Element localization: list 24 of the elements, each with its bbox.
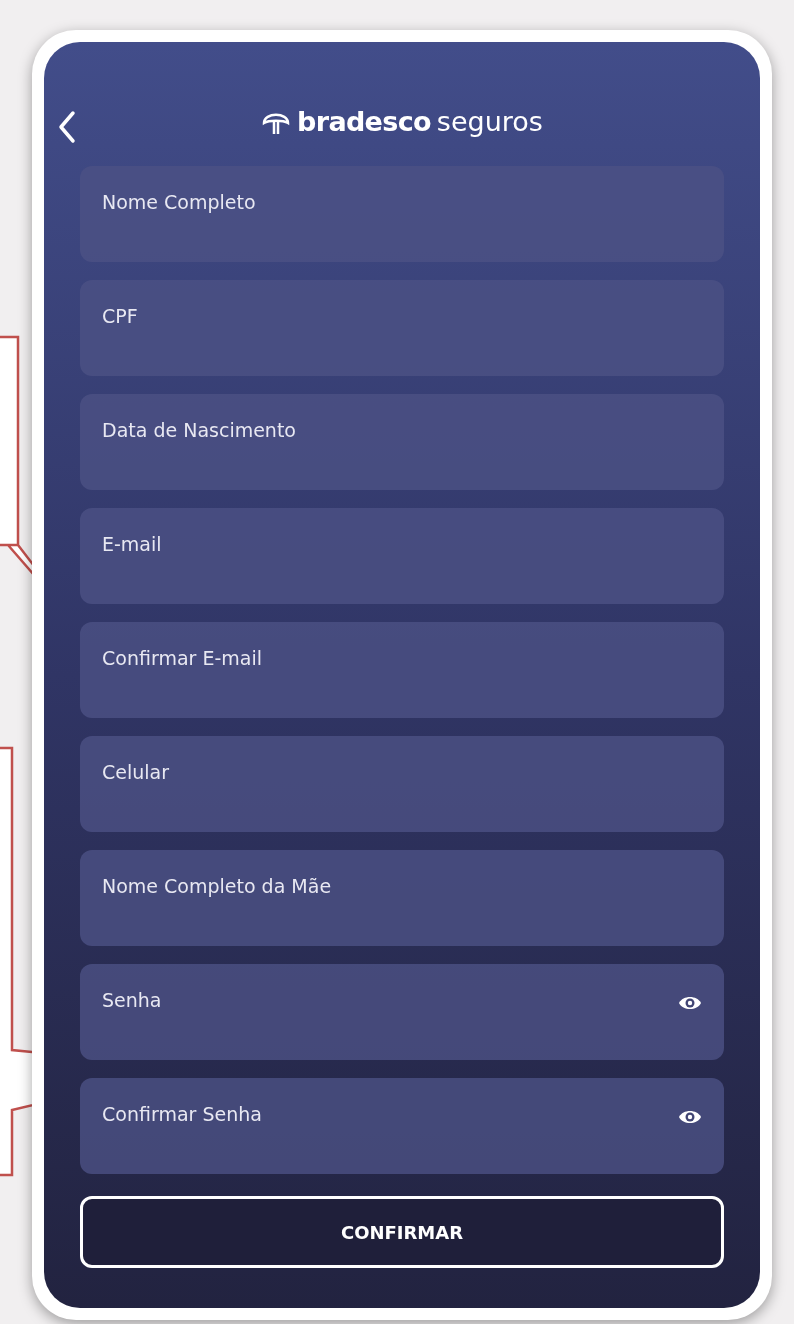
input-field[interactable]: Celular <box>80 736 724 832</box>
field-placeholder: Confirmar E-mail <box>102 646 262 671</box>
logo-brand: bradesco <box>297 104 431 139</box>
input-field[interactable]: CPF <box>80 280 724 376</box>
field-placeholder: E-mail <box>102 532 162 557</box>
logo-suffix: seguros <box>436 104 543 139</box>
input-field[interactable]: Nome Completo <box>80 166 724 262</box>
input-field[interactable]: Data de Nascimento <box>80 394 724 490</box>
input-field[interactable]: Senha <box>80 964 724 1060</box>
input-field[interactable]: Confirmar Senha <box>80 1078 724 1174</box>
back-icon[interactable] <box>58 110 76 144</box>
field-placeholder: Data de Nascimento <box>102 418 296 443</box>
field-placeholder: Nome Completo <box>102 190 256 215</box>
confirm-button[interactable]: CONFIRMAR <box>80 1196 724 1268</box>
eye-icon[interactable] <box>678 1108 702 1126</box>
field-placeholder: Celular <box>102 760 169 785</box>
eye-icon[interactable] <box>678 994 702 1012</box>
input-field[interactable]: E-mail <box>80 508 724 604</box>
input-field[interactable]: Nome Completo da Mãe <box>80 850 724 946</box>
field-placeholder: CPF <box>102 304 138 329</box>
input-field[interactable]: Confirmar E-mail <box>80 622 724 718</box>
field-placeholder: Confirmar Senha <box>102 1102 262 1127</box>
field-placeholder: Senha <box>102 988 162 1013</box>
field-placeholder: Nome Completo da Mãe <box>102 874 332 899</box>
